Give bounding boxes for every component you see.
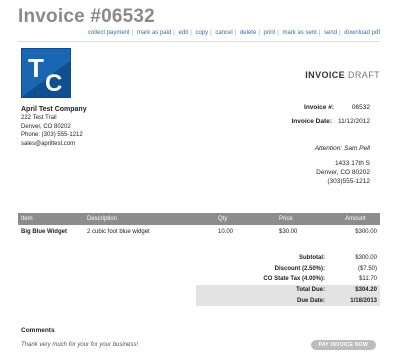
invoice-number-value: 06532 [351, 104, 370, 111]
pay-invoice-button[interactable]: PAY INVOICE NOW [310, 340, 376, 350]
mark-as-paid-link[interactable]: mark as paid [137, 30, 171, 36]
subtotal-row: Subtotal: $300.00 [196, 253, 380, 264]
discount-row: Discount (2.50%): ($7.50) [196, 264, 380, 275]
comments-section: Comments Thank very much for your for yo… [21, 327, 138, 348]
invoice-title: Invoice #06532 [18, 6, 155, 27]
invoice-number-label: Invoice #: [304, 104, 334, 111]
item-price: $30.00 [279, 229, 298, 235]
total-due-value: $304.20 [355, 287, 377, 294]
separator: | [173, 30, 175, 36]
company-email: sales@apriltest.com [21, 140, 76, 147]
comments-heading: Comments [21, 327, 55, 334]
separator: | [339, 30, 341, 36]
bill-to-line1: 1433 17th S [334, 160, 370, 167]
column-header-amount: Amount [342, 213, 380, 225]
bill-to: Attention: Sam Pell 1433 17th S Denver, … [315, 144, 370, 186]
tax-value: $11.70 [359, 276, 377, 283]
line-items-table: Item Description Qty Price Amount Big Bl… [18, 213, 380, 239]
send-link[interactable]: send [324, 30, 337, 36]
invoice-meta: Invoice #: 06532 Invoice Date: 11/12/201… [291, 104, 370, 132]
svg-text:C: C [45, 70, 62, 97]
company-info: April Test Company 222 Test Trail Denver… [21, 106, 87, 148]
column-header-price: Price [276, 213, 342, 225]
separator: | [190, 30, 192, 36]
due-date-value: 1/18/2013 [350, 297, 377, 304]
attention-line: Attention: Sam Pell [314, 145, 370, 152]
document-status: INVOICE DRAFT [305, 70, 380, 80]
svg-text:T: T [28, 53, 44, 83]
comments-message: Thank very much for your for your busine… [21, 342, 139, 348]
invoice-date-value: 11/12/2012 [337, 118, 370, 125]
bill-to-line2: Denver, CO 80202 [316, 169, 370, 176]
invoice-number-row: Invoice #: 06532 [291, 104, 370, 111]
copy-link[interactable]: copy [195, 30, 208, 36]
company-address-line1: 222 Test Trail [21, 115, 57, 122]
due-date-label: Due Date: [296, 297, 325, 304]
discount-label: Discount (2.50%): [274, 265, 325, 272]
tax-row: CO State Tax (4.00%): $11.70 [196, 274, 380, 285]
company-logo-graphic: T C [22, 49, 70, 97]
collect-payment-link[interactable]: collect payment [88, 30, 130, 36]
company-name: April Test Company [21, 106, 87, 113]
due-date-row: Due Date: 1/18/2013 [196, 295, 380, 306]
table-header-row: Item Description Qty Price Amount [18, 213, 380, 225]
table-row: Big Blue Widget 2 cubic foot blue widget… [18, 225, 380, 239]
bill-to-line3: (303)555-1212 [327, 178, 370, 185]
company-phone: Phone: (303) 555-1212 [21, 132, 83, 139]
delete-link[interactable]: delete [240, 30, 256, 36]
separator: | [234, 30, 237, 36]
totals-block: Subtotal: $300.00 Discount (2.50%): ($7.… [196, 253, 380, 306]
subtotal-value: $300.00 [355, 255, 377, 262]
separator: | [318, 30, 321, 36]
download-pdf-link[interactable]: download pdf [344, 30, 380, 36]
mark-as-sent-link[interactable]: mark as sent [282, 30, 316, 36]
cancel-link[interactable]: cancel [215, 30, 232, 36]
document-type-label: INVOICE [305, 70, 346, 80]
print-link[interactable]: print [264, 30, 276, 36]
item-description: 2 cubic foot blue widget [87, 229, 150, 235]
action-links: collect payment | mark as paid | edit | cop… [88, 30, 380, 36]
separator: | [258, 30, 260, 36]
subtotal-label: Subtotal: [299, 255, 325, 262]
discount-value: ($7.50) [357, 265, 377, 272]
separator: | [210, 30, 212, 36]
draft-label: DRAFT [348, 70, 380, 80]
column-header-qty: Qty [215, 213, 276, 225]
separator: | [131, 30, 134, 36]
item-amount: $300.00 [355, 229, 377, 235]
total-due-row: Total Due: $304.20 [196, 284, 380, 296]
edit-link[interactable]: edit [179, 30, 189, 36]
column-header-description: Description [84, 213, 215, 225]
company-address-line2: Denver, CO 80202 [21, 123, 71, 130]
invoice-date-label: Invoice Date: [291, 118, 332, 125]
invoice-date-row: Invoice Date: 11/12/2012 [291, 118, 370, 125]
tax-label: CO State Tax (4.00%): [263, 276, 325, 283]
company-logo: T C [21, 48, 71, 98]
column-header-item: Item [18, 213, 84, 225]
separator: | [277, 30, 279, 36]
item-name: Big Blue Widget [21, 229, 67, 235]
header-divider [18, 41, 380, 42]
item-qty: 10.00 [218, 229, 234, 235]
total-due-label: Total Due: [296, 287, 325, 294]
